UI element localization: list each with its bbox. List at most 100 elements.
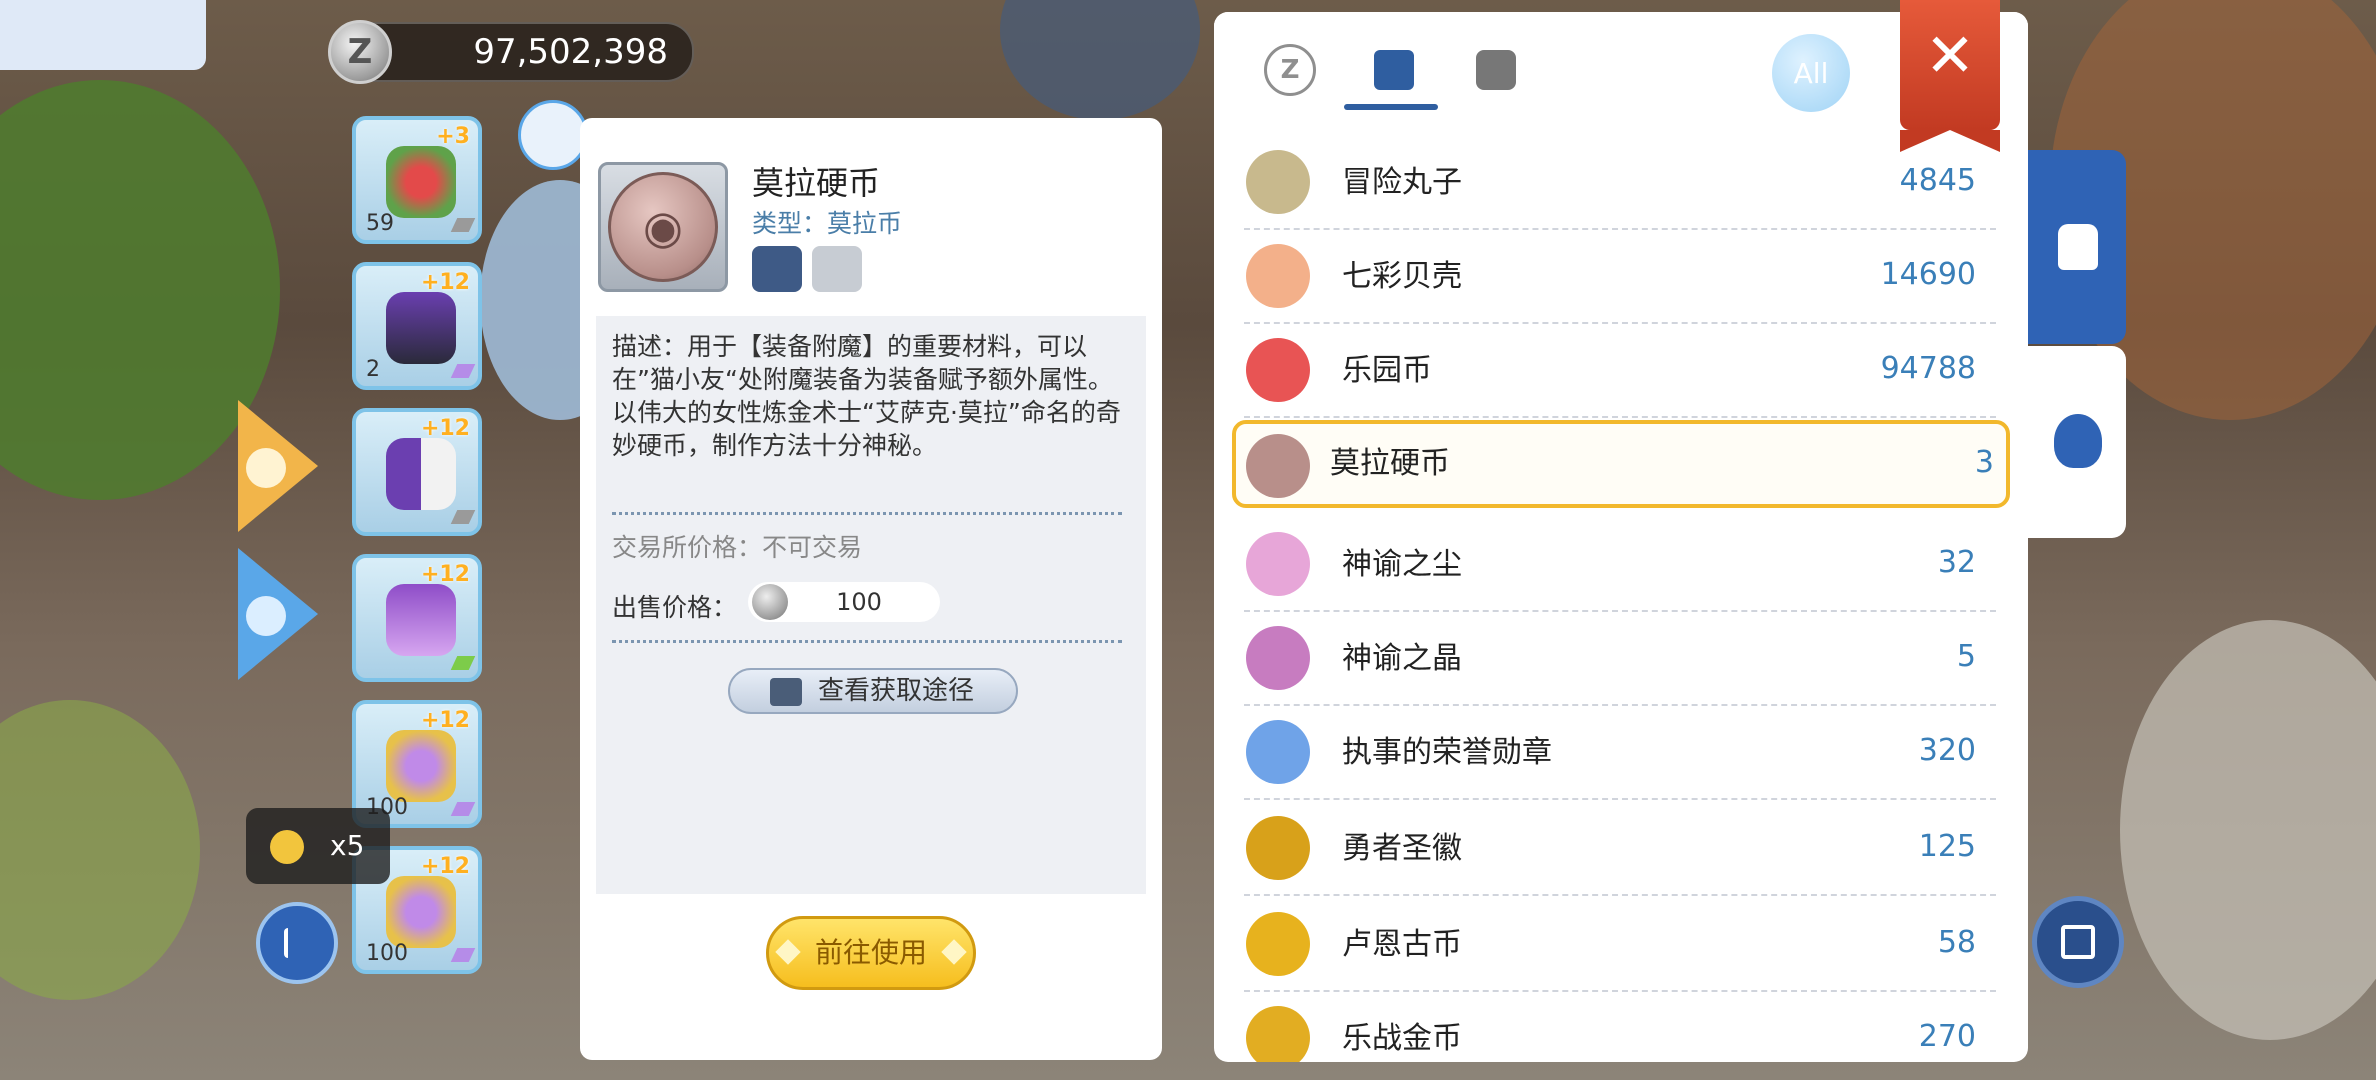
inspect-icon <box>770 678 802 706</box>
sell-price-label: 出售价格： <box>612 593 738 622</box>
item-slot-2[interactable]: +12 2 <box>352 262 482 390</box>
list-item-selected[interactable]: 莫拉硬币 3 <box>1232 420 2010 508</box>
battle-coin-icon <box>1246 1006 1310 1062</box>
tab-cards[interactable] <box>1470 44 1522 96</box>
item-name: 执事的荣誉勋章 <box>1342 735 1552 770</box>
slot-qty: 100 <box>366 941 408 966</box>
bag-icon <box>1374 50 1414 90</box>
list-item[interactable]: 卢恩古币 58 <box>1244 898 1996 992</box>
view-source-button[interactable]: 查看获取途径 <box>728 668 1018 714</box>
list-item[interactable]: 乐战金币 270 <box>1244 992 1996 1062</box>
minimize-button[interactable] <box>2032 896 2124 988</box>
hero-emblem-icon <box>1246 816 1310 880</box>
item-name: 冒险丸子 <box>1342 165 1462 200</box>
item-name: 神谕之晶 <box>1342 641 1462 676</box>
park-coin-icon <box>1246 338 1310 402</box>
list-item[interactable]: 神谕之晶 5 <box>1244 612 1996 706</box>
item-name: 勇者圣徽 <box>1342 831 1462 866</box>
armor-icon <box>386 292 456 364</box>
costume-toggle-icon[interactable] <box>518 100 588 170</box>
sell-price-field: 100 <box>748 582 940 622</box>
slot-level: +12 <box>420 562 470 587</box>
shell-icon <box>1246 244 1310 308</box>
filter-all-button[interactable]: All <box>1772 34 1850 112</box>
close-icon: ✕ <box>1924 21 1976 91</box>
go-use-label: 前往使用 <box>814 936 927 969</box>
item-count: 270 <box>1918 1019 1976 1054</box>
item-slot-4[interactable]: +12 <box>352 554 482 682</box>
grade-gem <box>450 510 476 524</box>
puzzle-icon <box>1476 50 1516 90</box>
backpack-icon <box>2058 224 2098 270</box>
zeny-coin-icon: Z <box>328 20 392 84</box>
stone-ground <box>2120 620 2376 1040</box>
slot-level: +3 <box>436 124 470 149</box>
reward-count: x5 <box>330 829 365 862</box>
green-foliage-lower <box>0 700 200 1000</box>
item-detail-panel: ◉ 莫拉硬币 类型：莫拉币 描述：用于【装备附魔】的重要材料，可以在”猫小友“处… <box>580 118 1162 1060</box>
item-icon-frame: ◉ <box>598 162 728 292</box>
item-count: 5 <box>1956 639 1976 674</box>
dumpling-icon <box>1246 150 1310 214</box>
rose-wreath-icon <box>386 146 456 218</box>
tab-bag[interactable] <box>1368 44 1420 96</box>
trade-price: 交易所价格：不可交易 <box>612 533 863 562</box>
item-type: 类型：莫拉币 <box>752 209 903 238</box>
minimize-icon <box>2061 925 2095 959</box>
item-name: 卢恩古币 <box>1342 927 1462 962</box>
side-tab-backpack[interactable] <box>2028 150 2126 344</box>
necklace-icon <box>386 876 456 948</box>
tray-icon[interactable] <box>812 246 862 292</box>
boots-icon <box>386 584 456 656</box>
list-item[interactable]: 乐园币 94788 <box>1244 324 1996 418</box>
item-slot-1[interactable]: +3 59 <box>352 116 482 244</box>
sell-price-value: 100 <box>836 588 882 616</box>
currency-bar: Z 97,502,398 <box>328 20 694 84</box>
item-name: 七彩贝壳 <box>1342 259 1462 294</box>
divider <box>612 640 1122 643</box>
slot-level: +12 <box>420 270 470 295</box>
currency-value: 97,502,398 <box>473 32 668 72</box>
item-count: 32 <box>1937 545 1976 580</box>
item-slot-3[interactable]: +12 <box>352 408 482 536</box>
item-count: 14690 <box>1880 257 1976 292</box>
item-count: 125 <box>1918 829 1976 864</box>
rune-coin-icon <box>1246 912 1310 976</box>
go-use-button[interactable]: 前往使用 <box>766 916 976 990</box>
list-item[interactable]: 神谕之尘 32 <box>1244 518 1996 612</box>
item-count: 320 <box>1918 733 1976 768</box>
side-tab-money-bag[interactable] <box>2028 346 2126 538</box>
robe-icon <box>386 438 456 510</box>
item-count: 3 <box>1974 445 1994 480</box>
list-item[interactable]: 执事的荣誉勋章 320 <box>1244 706 1996 800</box>
slot-level: +12 <box>420 708 470 733</box>
inventory-panel: Z All 冒险丸子 4845 七彩贝壳 14690 乐园币 94788 莫拉硬… <box>1214 12 2028 1062</box>
inspect-icon[interactable] <box>752 246 802 292</box>
oracle-crystal-icon <box>1246 626 1310 690</box>
ribbon-tail <box>1900 130 2000 152</box>
grade-gem <box>450 948 476 962</box>
item-name: 神谕之尘 <box>1342 547 1462 582</box>
shirt-icon <box>246 448 286 488</box>
slot-qty: 2 <box>366 357 380 382</box>
tab-zeny[interactable]: Z <box>1264 44 1316 96</box>
close-button[interactable]: ✕ <box>1900 0 2000 152</box>
grade-gem <box>450 218 476 232</box>
zeny-icon: Z <box>1280 55 1300 85</box>
list-item[interactable]: 七彩贝壳 14690 <box>1244 230 1996 324</box>
list-item[interactable]: 勇者圣徽 125 <box>1244 802 1996 896</box>
grade-gem <box>450 656 476 670</box>
mora-coin-icon: ◉ <box>608 172 718 282</box>
necklace-icon <box>386 730 456 802</box>
view-source-label: 查看获取途径 <box>818 676 975 706</box>
share-button[interactable] <box>256 902 338 984</box>
item-name: 乐战金币 <box>1342 1021 1462 1056</box>
item-description: 描述：用于【装备附魔】的重要材料，可以在”猫小友“处附魔装备为装备赋予额外属性。… <box>612 332 1121 460</box>
grade-gem <box>450 364 476 378</box>
slot-qty: 59 <box>366 211 394 236</box>
slot-level: +12 <box>420 854 470 879</box>
person-icon <box>246 596 286 636</box>
item-name: 莫拉硬币 <box>752 164 881 202</box>
honor-medal-icon <box>1246 720 1310 784</box>
list-item[interactable]: 冒险丸子 4845 <box>1244 136 1996 230</box>
